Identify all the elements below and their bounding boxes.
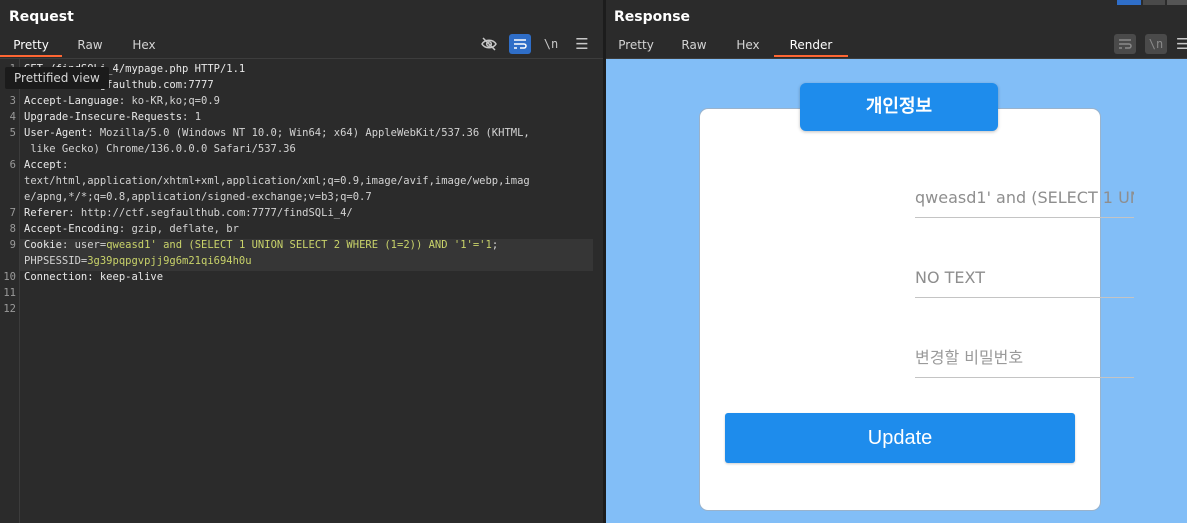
- line-number: 9: [9, 239, 16, 251]
- header-line: Upgrade-Insecure-Requests: 1: [24, 109, 201, 125]
- response-tab-render[interactable]: Render: [774, 37, 848, 57]
- request-code: GET /findSQLi_4/mypage.php HTTP/1.1 Host…: [24, 61, 599, 317]
- text-field[interactable]: [915, 257, 1134, 298]
- session-name: PHPSESSID=: [24, 255, 88, 267]
- cookie-separator: ;: [491, 239, 499, 251]
- layout-horizontal-icon[interactable]: [1143, 0, 1165, 5]
- response-title: Response: [614, 9, 691, 25]
- header-value: text/html,application/xhtml+xml,applicat…: [24, 175, 530, 187]
- response-tab-hex[interactable]: Hex: [722, 37, 774, 57]
- header-key: Accept-Encoding: [24, 223, 119, 235]
- update-button[interactable]: Update: [725, 413, 1075, 463]
- line-number: 7: [9, 207, 16, 219]
- header-line: Accept-Language: ko-KR,ko;q=0.9: [24, 93, 220, 109]
- rendered-page: 개인정보 Update: [606, 59, 1187, 523]
- line-number: 10: [3, 271, 16, 283]
- header-value: e/apng,*/*;q=0.8,application/signed-exch…: [24, 191, 372, 203]
- request-pane: Request Pretty Raw Hex \n ☰ 1 2 3 4 5 6 …: [0, 0, 603, 523]
- hamburger-icon[interactable]: ☰: [571, 34, 593, 54]
- header-value: : 1: [182, 111, 202, 123]
- connection-text: Connection: keep-alive: [24, 271, 164, 283]
- header-continuation: like Gecko) Chrome/136.0.0.0 Safari/537.…: [24, 141, 296, 157]
- cookie-line: Cookie: user=qweasd1' and (SELECT 1 UNIO…: [24, 237, 498, 253]
- header-value: :: [61, 159, 69, 171]
- request-editor[interactable]: 1 2 3 4 5 6 7 8 9 10 11 12 GET /findSQLi…: [0, 59, 603, 523]
- response-pane: Response Pretty Raw Hex Render \n ☰ 개인정보…: [606, 0, 1187, 523]
- wrap-lines-icon[interactable]: [509, 34, 531, 54]
- newline-toggle[interactable]: \n: [1145, 34, 1167, 54]
- line-number: 3: [9, 95, 16, 107]
- new-password-field[interactable]: [915, 337, 1134, 378]
- header-key: Referer: [24, 207, 69, 219]
- cookie-injection-value: qweasd1' and (SELECT 1 UNION SELECT 2 WH…: [106, 239, 492, 251]
- line-number: 4: [9, 111, 16, 123]
- layout-toggle-buttons[interactable]: [1117, 0, 1187, 5]
- header-key: Cookie: [24, 239, 62, 251]
- newline-toggle[interactable]: \n: [540, 34, 562, 54]
- request-tab-raw[interactable]: Raw: [62, 37, 118, 57]
- header-key: Upgrade-Insecure-Requests: [24, 111, 183, 123]
- cookie-continuation: PHPSESSID=3g39pqpgvpjj9g6m21qi694h0u: [24, 253, 252, 269]
- layout-vertical-icon[interactable]: [1167, 0, 1187, 5]
- hamburger-icon[interactable]: ☰: [1176, 34, 1187, 54]
- header-line: Accept-Encoding: gzip, deflate, br: [24, 221, 239, 237]
- header-line: Referer: http://ctf.segfaulthub.com:7777…: [24, 205, 353, 221]
- header-line: Accept:: [24, 157, 68, 173]
- request-title: Request: [9, 9, 74, 25]
- header-continuation: text/html,application/xhtml+xml,applicat…: [24, 173, 530, 189]
- eye-off-icon[interactable]: [478, 34, 500, 54]
- header-key: User-Agent: [24, 127, 88, 139]
- header-value: : http://ctf.segfaulthub.com:7777/findSQ…: [68, 207, 353, 219]
- prettified-view-tooltip: Prettified view: [5, 67, 109, 89]
- request-tab-pretty[interactable]: Pretty: [0, 37, 62, 57]
- line-number: 8: [9, 223, 16, 235]
- line-gutter: 1 2 3 4 5 6 7 8 9 10 11 12: [0, 59, 20, 523]
- header-line: User-Agent: Mozilla/5.0 (Windows NT 10.0…: [24, 125, 530, 141]
- profile-heading: 개인정보: [800, 83, 998, 131]
- header-value: : gzip, deflate, br: [118, 223, 239, 235]
- username-field[interactable]: [915, 177, 1134, 218]
- layout-split-icon[interactable]: [1117, 0, 1141, 5]
- cookie-name: : user=: [61, 239, 107, 251]
- line-number: 11: [3, 287, 16, 299]
- header-value: : ko-KR,ko;q=0.9: [118, 95, 220, 107]
- request-tab-hex[interactable]: Hex: [118, 37, 170, 57]
- response-tab-raw[interactable]: Raw: [668, 37, 720, 57]
- header-value: like Gecko) Chrome/136.0.0.0 Safari/537.…: [24, 143, 296, 155]
- header-line: Connection: keep-alive: [24, 269, 163, 285]
- line-number: 6: [9, 159, 16, 171]
- wrap-lines-icon[interactable]: [1114, 34, 1136, 54]
- line-number: 5: [9, 127, 16, 139]
- session-id: 3g39pqpgvpjj9g6m21qi694h0u: [87, 255, 252, 267]
- line-number: 12: [3, 303, 16, 315]
- header-key: Accept-Language: [24, 95, 119, 107]
- header-key: Accept: [24, 159, 62, 171]
- header-continuation: e/apng,*/*;q=0.8,application/signed-exch…: [24, 189, 372, 205]
- response-tab-pretty[interactable]: Pretty: [606, 37, 666, 57]
- header-value: : Mozilla/5.0 (Windows NT 10.0; Win64; x…: [87, 127, 530, 139]
